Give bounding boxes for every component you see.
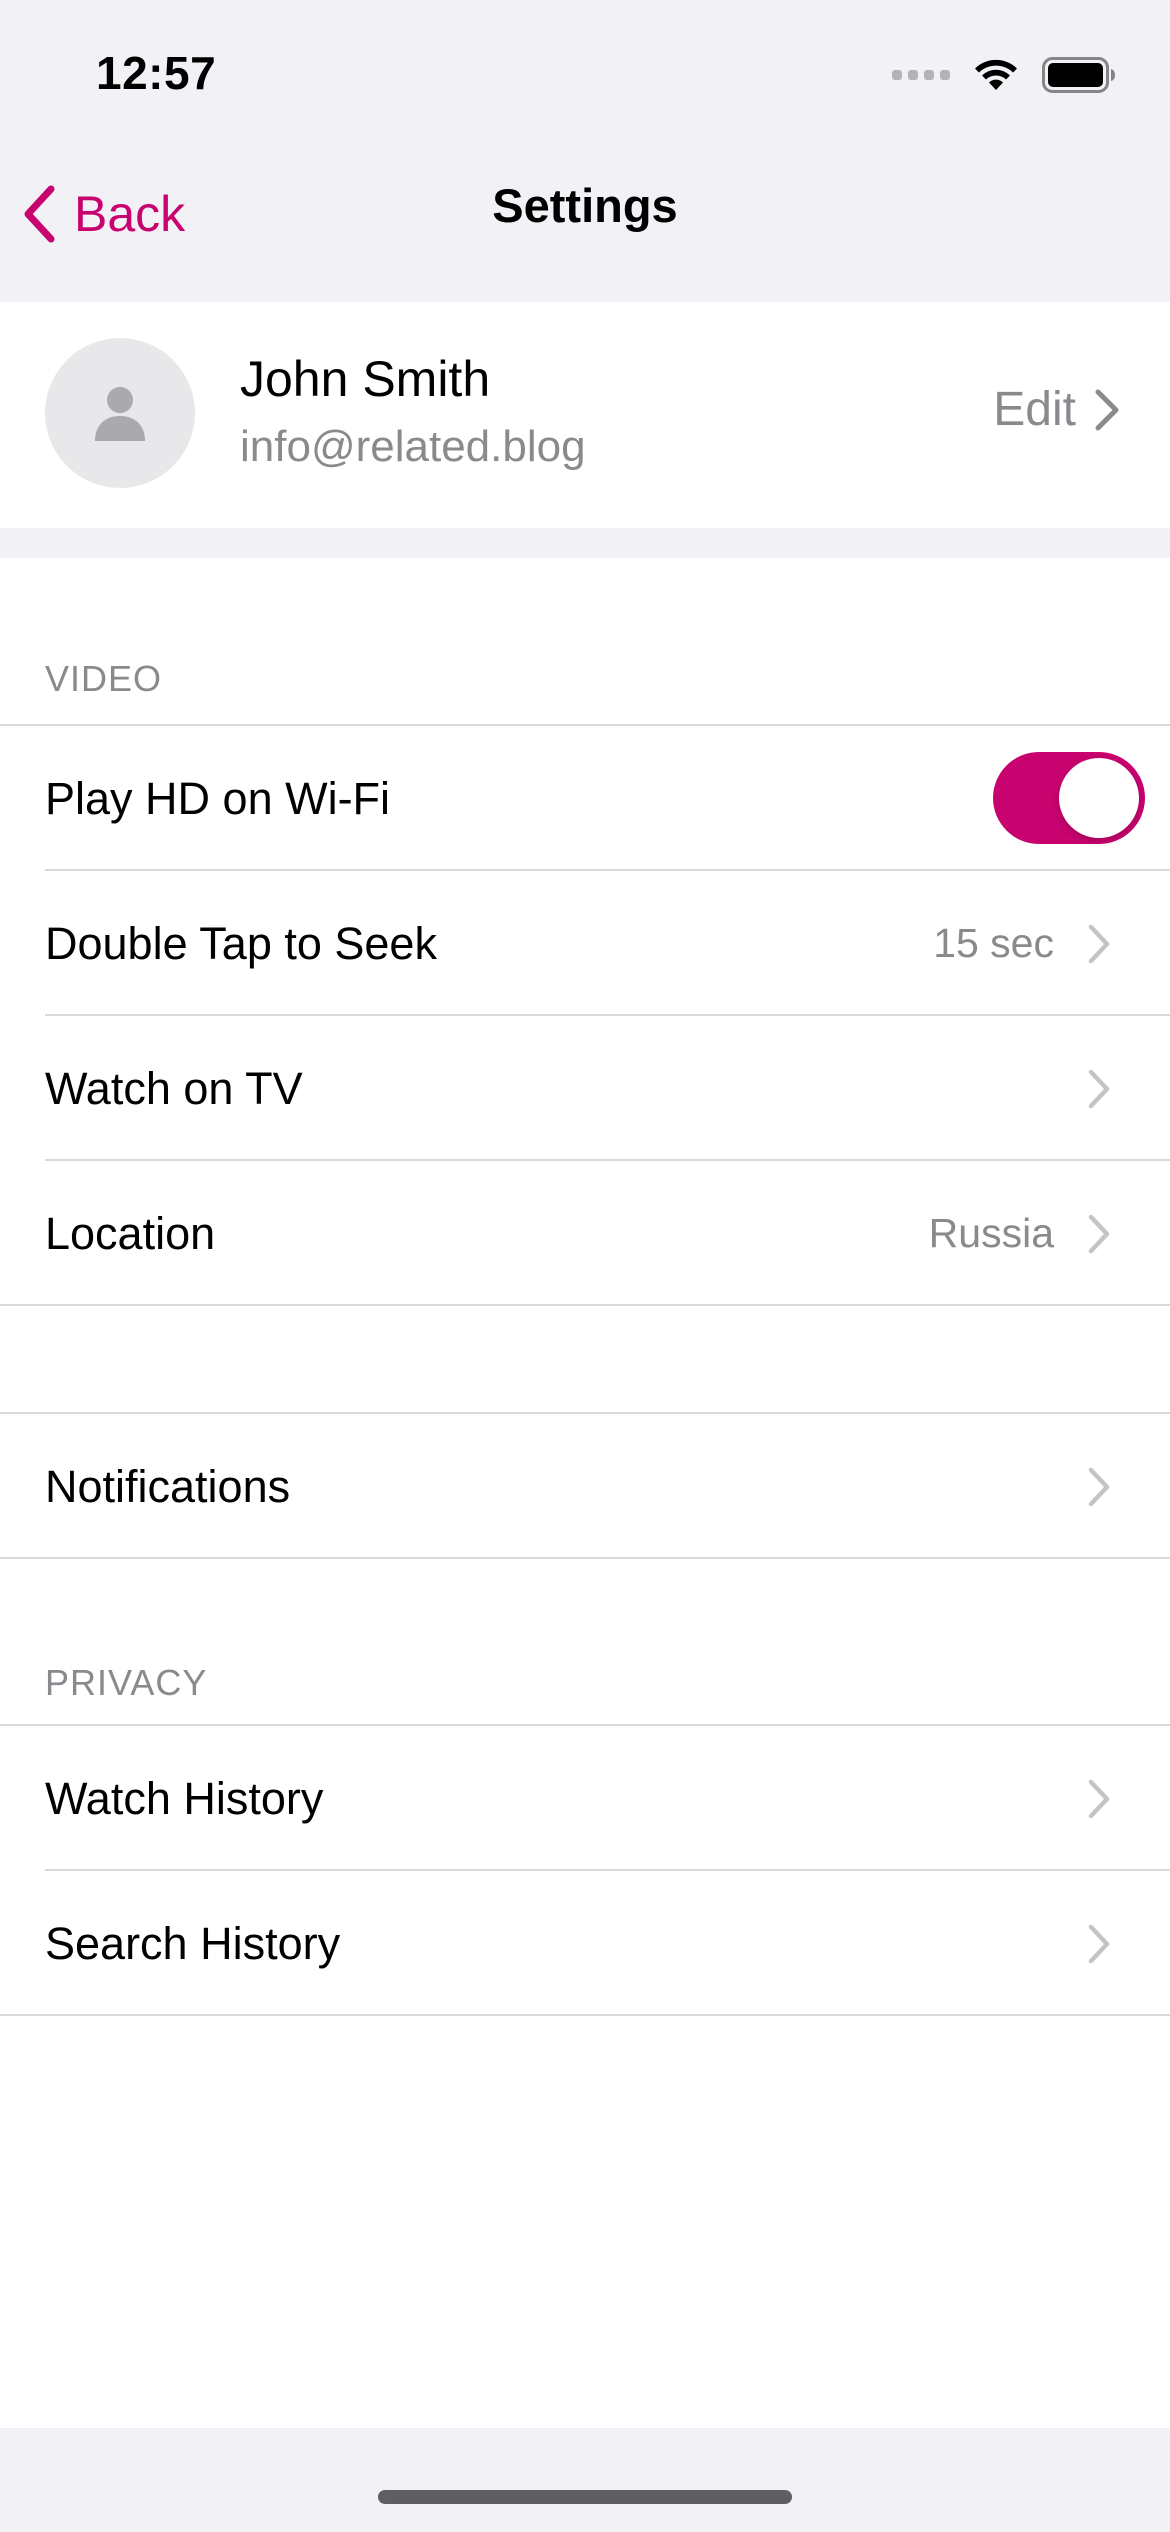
edit-profile-button[interactable]: Edit [993,382,1120,437]
profile-row[interactable]: John Smith info@related.blog Edit [0,302,1170,528]
wifi-icon [975,59,1017,90]
navigation-bar: Back Settings [0,140,1170,302]
watch-history-row[interactable]: Watch History [0,1726,1170,1871]
watch-on-tv-row[interactable]: Watch on TV [0,1016,1170,1161]
home-indicator[interactable] [378,2490,792,2504]
profile-name: John Smith [240,351,491,407]
chevron-right-icon [1088,924,1110,964]
profile-email: info@related.blog [240,422,586,471]
status-bar: 12:57 [0,0,1170,140]
row-value: 15 sec [933,920,1054,966]
section-header-privacy: PRIVACY [45,1662,208,1703]
chevron-right-icon [1088,1069,1110,1109]
person-icon [95,387,145,441]
row-label: Play HD on Wi-Fi [45,773,391,824]
separator [0,1557,1170,1559]
row-label: Location [45,1208,216,1259]
chevron-right-icon [1088,1779,1110,1819]
play-hd-toggle[interactable] [993,752,1145,844]
status-time: 12:57 [96,47,217,99]
section-header-video: VIDEO [45,658,163,699]
location-row[interactable]: Location Russia [0,1161,1170,1306]
row-label: Double Tap to Seek [45,918,437,969]
battery-icon [1042,57,1115,93]
double-tap-to-seek-row[interactable]: Double Tap to Seek 15 sec [0,871,1170,1016]
row-label: Watch History [45,1773,324,1824]
play-hd-row: Play HD on Wi-Fi [0,726,1170,871]
row-label: Watch on TV [45,1063,303,1114]
chevron-right-icon [1088,1467,1110,1507]
page-title: Settings [492,179,678,232]
avatar [45,338,195,488]
search-history-row[interactable]: Search History [0,1871,1170,2016]
notifications-row[interactable]: Notifications [0,1414,1170,1559]
separator [0,1304,1170,1306]
row-value: Russia [928,1210,1054,1256]
settings-screen: 12:57 Back Settings John Smith info@rela… [0,0,1170,2532]
cellular-signal-icon [892,70,950,80]
chevron-right-icon [1095,389,1119,430]
chevron-right-icon [1088,1924,1110,1964]
status-icons [892,50,1116,100]
row-label: Search History [45,1918,341,1969]
separator [0,2014,1170,2016]
chevron-right-icon [1088,1214,1110,1254]
row-label: Notifications [45,1461,291,1512]
toggle-knob [1059,758,1139,838]
edit-label: Edit [993,383,1076,436]
settings-list: VIDEO Play HD on Wi-Fi Double Tap to See… [0,558,1170,2428]
